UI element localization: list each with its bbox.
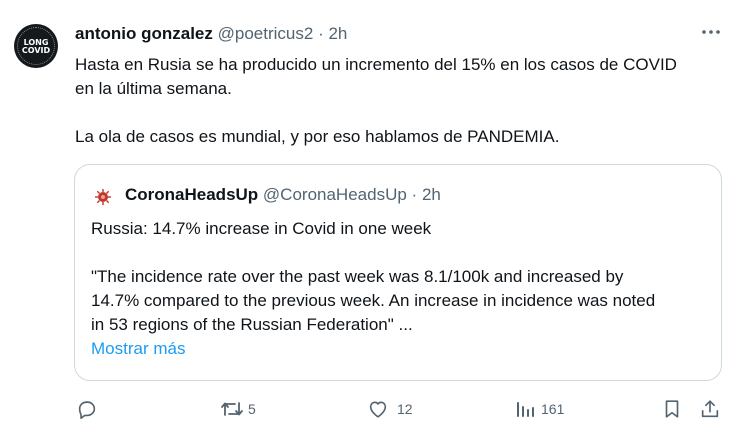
retweet-button[interactable]: 5 — [220, 395, 256, 423]
author-handle[interactable]: @poetricus2 — [218, 24, 314, 43]
quoted-tweet[interactable]: CoronaHeadsUp @CoronaHeadsUp · 2h Russia… — [74, 164, 722, 381]
like-button[interactable]: 12 — [367, 395, 413, 423]
tweet-line-3: La ola de casos es mundial, y por eso ha… — [75, 127, 560, 146]
views-button[interactable]: 161 — [515, 395, 564, 423]
reply-icon — [78, 401, 96, 419]
quote-line-2: "The incidence rate over the past week w… — [91, 267, 624, 286]
quote-header: CoronaHeadsUp @CoronaHeadsUp · 2h — [125, 184, 441, 206]
quote-author-name[interactable]: CoronaHeadsUp — [125, 185, 258, 204]
bookmark-icon — [665, 400, 679, 418]
heart-icon — [369, 401, 387, 418]
avatar-text-covid: COVID — [21, 46, 51, 55]
quote-text: Russia: 14.7% increase in Covid in one w… — [91, 217, 711, 361]
tweet-header: antonio gonzalez @poetricus2 · 2h — [75, 23, 347, 45]
quote-line-4: in 53 regions of the Russian Federation"… — [91, 315, 413, 334]
quote-line-1: Russia: 14.7% increase in Covid in one w… — [91, 219, 432, 238]
show-more-link[interactable]: Mostrar más — [91, 339, 185, 358]
tweet-line-2: en la última semana. — [75, 79, 232, 98]
retweet-icon — [221, 402, 243, 416]
views-icon — [517, 402, 534, 417]
author-avatar[interactable]: LONG COVID — [14, 24, 58, 68]
tweet-line-1: Hasta en Rusia se ha producido un increm… — [75, 55, 677, 74]
share-icon — [701, 400, 719, 418]
author-name[interactable]: antonio gonzalez — [75, 24, 213, 43]
more-button[interactable] — [700, 21, 722, 43]
quote-header-separator: · — [411, 185, 418, 204]
coronavirus-icon — [95, 189, 111, 205]
like-count: 12 — [397, 401, 413, 417]
tweet-text: Hasta en Rusia se ha producido un increm… — [75, 53, 725, 149]
quote-time[interactable]: 2h — [422, 185, 441, 204]
action-bar: 5 12 161 — [0, 395, 738, 423]
header-separator: · — [318, 24, 324, 43]
more-icon — [702, 30, 720, 34]
share-button[interactable] — [699, 395, 721, 423]
views-count: 161 — [541, 401, 565, 417]
quote-line-3: 14.7% compared to the previous week. An … — [91, 291, 656, 310]
bookmark-button[interactable] — [661, 395, 683, 423]
retweet-count: 5 — [248, 401, 256, 417]
reply-button[interactable] — [76, 395, 104, 423]
quote-author-handle[interactable]: @CoronaHeadsUp — [263, 185, 407, 204]
tweet-time[interactable]: 2h — [328, 24, 347, 43]
